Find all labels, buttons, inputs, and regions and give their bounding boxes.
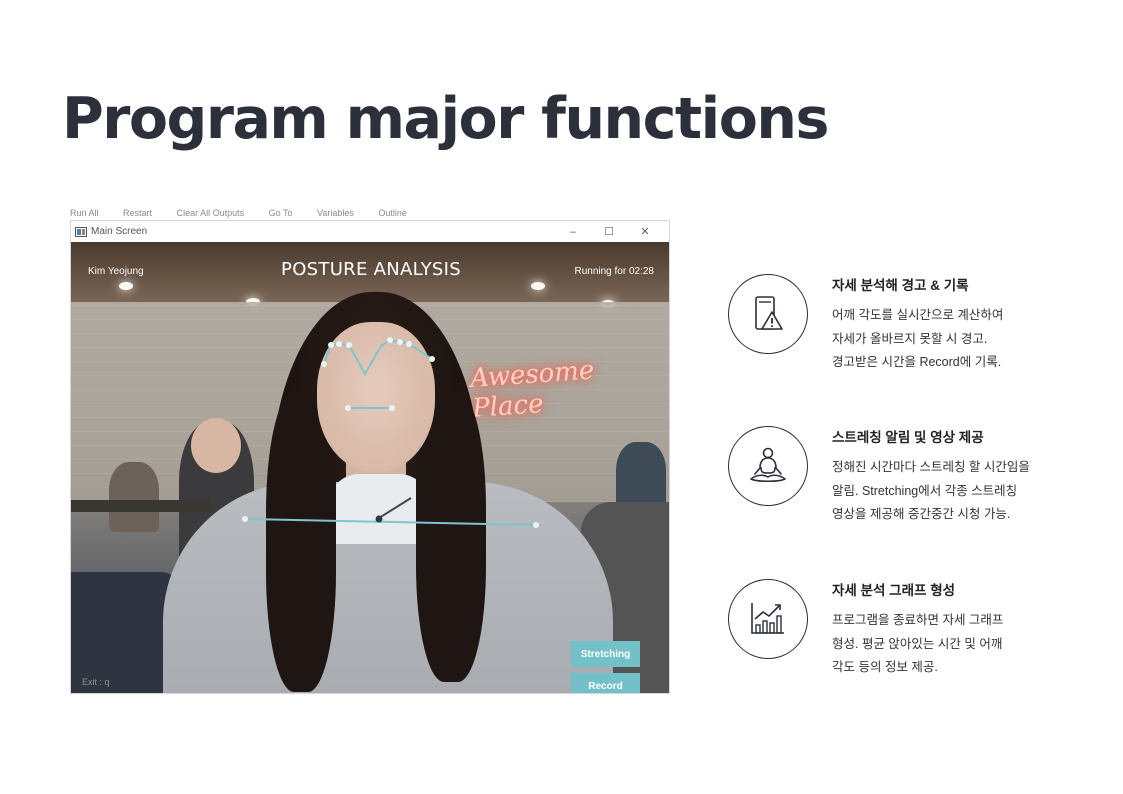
toolbar-item: Run All — [70, 208, 99, 218]
landmark-point — [328, 342, 334, 348]
exit-hint: Exit : q — [82, 677, 110, 687]
window-titlebar[interactable]: Main Screen – ☐ ✕ — [71, 221, 669, 242]
page-title: Program major functions — [62, 86, 829, 152]
feature-description-line: 자세가 올바르지 못할 시 경고. — [832, 332, 988, 346]
feature-description-line: 정해진 시간마다 스트레칭 할 시간임을 — [832, 460, 1030, 474]
landmark-point — [336, 341, 342, 347]
landmark-point — [346, 342, 352, 348]
landmark-point — [406, 341, 412, 347]
stretching-button[interactable]: Stretching — [571, 641, 640, 667]
landmark-point — [389, 405, 395, 411]
pose-landmarks-overlay — [242, 337, 539, 528]
feature-description-line: 경고받은 시간을 Record에 기록. — [832, 355, 1002, 369]
background-notebook-toolbar: Run All Restart Clear All Outputs Go To … — [70, 208, 670, 220]
feature-description-line: 형성. 평균 앉아있는 시간 및 어깨 — [832, 637, 1003, 651]
landmark-point — [387, 337, 393, 343]
feature-description-line: 어깨 각도를 실시간으로 계산하여 — [832, 308, 1004, 322]
feature-description-line: 각도 등의 정보 제공. — [832, 660, 938, 674]
toolbar-item: Clear All Outputs — [176, 208, 245, 218]
growth-chart-icon — [751, 603, 784, 634]
feature-posture-warning: 자세 분석해 경고 & 기록 어깨 각도를 실시간으로 계산하여 자세가 올바르… — [728, 274, 1108, 384]
window-title: Main Screen — [91, 226, 148, 237]
meditation-icon — [750, 447, 786, 483]
phone-warning-icon — [755, 296, 783, 330]
landmark-point — [345, 405, 351, 411]
toolbar-item: Outline — [378, 208, 407, 218]
close-button[interactable]: ✕ — [627, 225, 663, 238]
record-button[interactable]: Record — [571, 673, 640, 693]
feature-icon-circle — [728, 274, 808, 354]
feature-description-line: 프로그램을 종료하면 자세 그래프 — [832, 613, 1004, 627]
necklace — [378, 497, 412, 519]
toolbar-item: Go To — [268, 208, 293, 218]
feature-posture-graph: 자세 분석 그래프 형성 프로그램을 종료하면 자세 그래프 형성. 평균 앉아… — [728, 579, 1108, 689]
feature-title: 자세 분석 그래프 형성 — [832, 583, 956, 598]
feature-title: 자세 분석해 경고 & 기록 — [832, 278, 969, 293]
minimize-button[interactable]: – — [555, 226, 591, 238]
shoulder-point — [533, 522, 539, 528]
app-icon — [75, 226, 87, 237]
feature-title: 스트레칭 알림 및 영상 제공 — [832, 430, 984, 445]
toolbar-item: Restart — [123, 208, 153, 218]
main-screen-window: Main Screen – ☐ ✕ Awesome Place Kim Yeoj… — [70, 220, 670, 694]
feature-stretching: 스트레칭 알림 및 영상 제공 정해진 시간마다 스트레칭 할 시간임을 알림.… — [728, 426, 1108, 536]
landmark-point — [397, 339, 403, 345]
feature-icon-circle — [728, 426, 808, 506]
maximize-button[interactable]: ☐ — [591, 225, 627, 238]
camera-feed: Awesome Place Kim Yeojung POSTURE ANALYS… — [71, 242, 669, 693]
landmark-point — [321, 361, 327, 367]
feature-description-line: 알림. Stretching에서 각종 스트레칭 — [832, 484, 1018, 498]
feature-description-line: 영상을 제공해 중간중간 시청 가능. — [832, 507, 1011, 521]
toolbar-item: Variables — [317, 208, 354, 218]
shoulder-line — [244, 518, 537, 526]
running-timer: Running for 02:28 — [574, 266, 654, 277]
necklace-pendant — [375, 515, 383, 523]
shoulder-point — [242, 516, 248, 522]
landmark-point — [429, 356, 435, 362]
feature-icon-circle — [728, 579, 808, 659]
